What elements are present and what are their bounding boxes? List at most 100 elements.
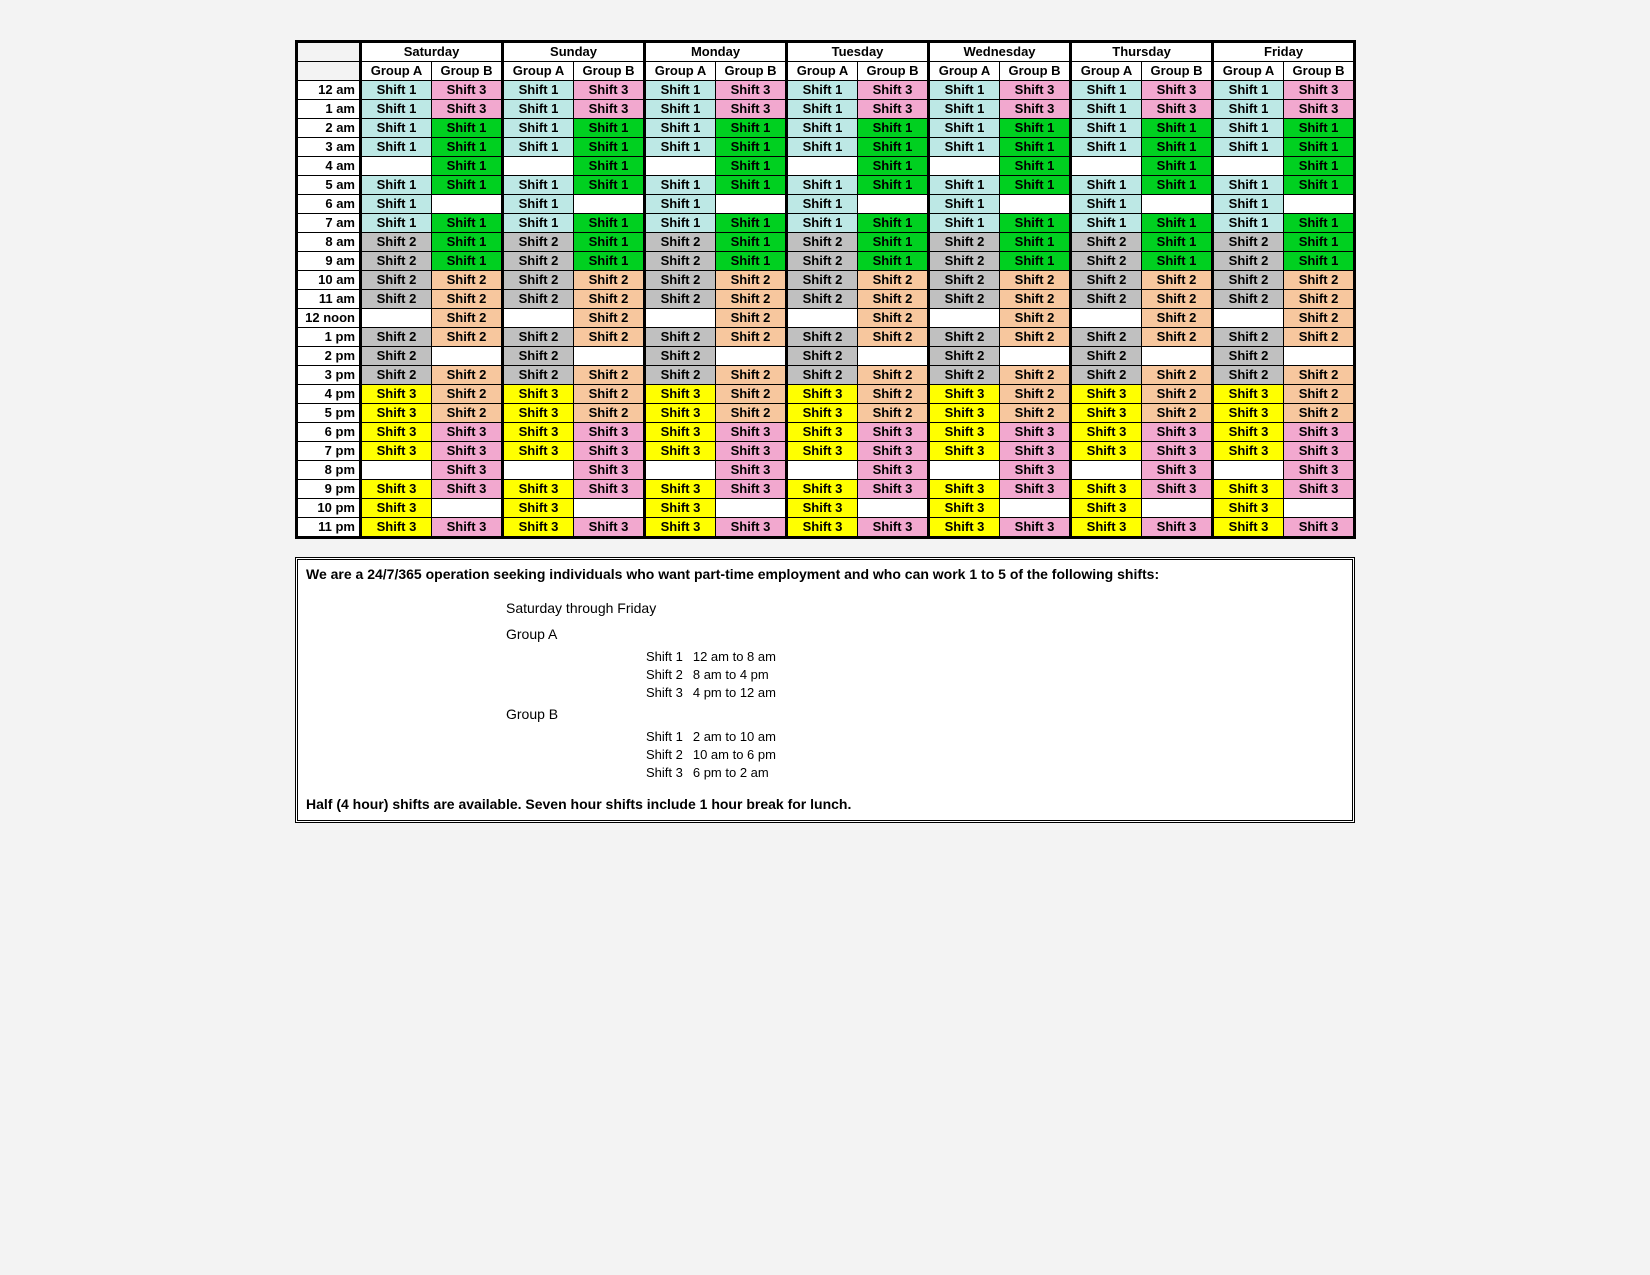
shift-cell: Shift 3 [1000,81,1071,100]
shift-cell: Shift 1 [503,138,574,157]
shift-cell: Shift 3 [503,480,574,499]
shift-cell: Shift 3 [432,423,503,442]
shift-cell: Shift 3 [432,100,503,119]
shift-cell: Shift 1 [716,176,787,195]
shift-cell: Shift 2 [787,271,858,290]
shift-cell: Shift 3 [574,100,645,119]
shift-cell [929,309,1000,328]
shift-cell: Shift 2 [1142,404,1213,423]
shift-cell: Shift 3 [858,100,929,119]
shift-cell: Shift 2 [858,271,929,290]
shift-schedule-table: SaturdaySundayMondayTuesdayWednesdayThur… [295,40,1356,539]
shift-cell: Shift 3 [1000,442,1071,461]
group-header-a: Group A [1213,62,1284,81]
shift-cell: Shift 3 [1213,518,1284,538]
shift-cell: Shift 3 [929,385,1000,404]
time-label: 9 am [297,252,361,271]
day-header: Sunday [503,42,645,62]
shift-cell: Shift 2 [361,233,432,252]
shift-cell: Shift 3 [503,442,574,461]
shift-cell: Shift 1 [929,119,1000,138]
shift-cell: Shift 1 [716,252,787,271]
shift-cell: Shift 1 [716,119,787,138]
time-label: 4 pm [297,385,361,404]
shift-cell [432,195,503,214]
shift-cell: Shift 2 [645,252,716,271]
shift-cell: Shift 1 [503,100,574,119]
shift-cell: Shift 1 [1213,195,1284,214]
shift-cell: Shift 1 [1142,176,1213,195]
shift-cell: Shift 2 [1284,309,1355,328]
shift-cell: Shift 2 [858,366,929,385]
shift-cell: Shift 2 [929,271,1000,290]
shift-cell: Shift 3 [929,518,1000,538]
shift-cell: Shift 1 [361,138,432,157]
shift-cell [1071,157,1142,176]
info-shift-time: 6 pm to 2 am [693,764,786,782]
shift-cell: Shift 1 [432,214,503,233]
shift-cell: Shift 3 [716,461,787,480]
shift-cell: Shift 2 [1284,366,1355,385]
shift-cell [1000,347,1071,366]
group-header-b: Group B [858,62,929,81]
shift-cell: Shift 1 [787,195,858,214]
shift-cell: Shift 3 [1142,518,1213,538]
info-shift-time: 10 am to 6 pm [693,746,786,764]
shift-cell: Shift 2 [1213,328,1284,347]
shift-cell: Shift 1 [1142,157,1213,176]
shift-cell: Shift 1 [1142,252,1213,271]
time-label: 11 pm [297,518,361,538]
shift-cell: Shift 3 [574,461,645,480]
shift-cell: Shift 1 [503,195,574,214]
shift-cell [1142,195,1213,214]
time-label: 7 pm [297,442,361,461]
info-group-shifts: Shift 112 am to 8 amShift 28 am to 4 pmS… [506,648,786,702]
shift-cell [432,499,503,518]
shift-cell: Shift 3 [361,499,432,518]
shift-cell: Shift 3 [432,461,503,480]
time-label: 1 am [297,100,361,119]
shift-cell: Shift 1 [929,176,1000,195]
shift-cell: Shift 2 [503,328,574,347]
shift-cell: Shift 1 [361,119,432,138]
shift-cell: Shift 2 [574,366,645,385]
shift-cell: Shift 3 [929,423,1000,442]
shift-cell: Shift 3 [432,480,503,499]
shift-cell: Shift 1 [1213,81,1284,100]
time-label: 12 am [297,81,361,100]
shift-cell: Shift 2 [929,290,1000,309]
shift-cell: Shift 1 [1284,119,1355,138]
shift-cell: Shift 1 [929,214,1000,233]
shift-cell: Shift 1 [645,100,716,119]
shift-cell: Shift 3 [787,442,858,461]
shift-cell: Shift 1 [432,119,503,138]
shift-cell [1142,347,1213,366]
shift-cell: Shift 2 [716,290,787,309]
shift-cell: Shift 1 [1071,195,1142,214]
shift-cell: Shift 1 [1142,233,1213,252]
time-label: 2 pm [297,347,361,366]
shift-cell: Shift 1 [574,214,645,233]
shift-cell: Shift 3 [361,480,432,499]
shift-cell: Shift 3 [503,404,574,423]
shift-cell [1000,499,1071,518]
shift-cell [787,157,858,176]
shift-cell: Shift 1 [716,214,787,233]
shift-cell: Shift 2 [645,328,716,347]
shift-cell: Shift 2 [574,385,645,404]
shift-cell: Shift 2 [929,366,1000,385]
info-box: We are a 24/7/365 operation seeking indi… [295,557,1355,823]
shift-cell: Shift 1 [716,233,787,252]
shift-cell: Shift 1 [361,81,432,100]
shift-cell: Shift 2 [929,347,1000,366]
info-shift-name: Shift 2 [646,666,693,684]
shift-cell: Shift 1 [858,252,929,271]
shift-cell: Shift 3 [645,404,716,423]
shift-cell: Shift 3 [858,518,929,538]
shift-cell: Shift 2 [503,252,574,271]
shift-cell: Shift 1 [716,138,787,157]
shift-cell: Shift 2 [503,271,574,290]
group-header-a: Group A [787,62,858,81]
info-footer: Half (4 hour) shifts are available. Seve… [306,796,1344,812]
shift-cell: Shift 1 [503,176,574,195]
